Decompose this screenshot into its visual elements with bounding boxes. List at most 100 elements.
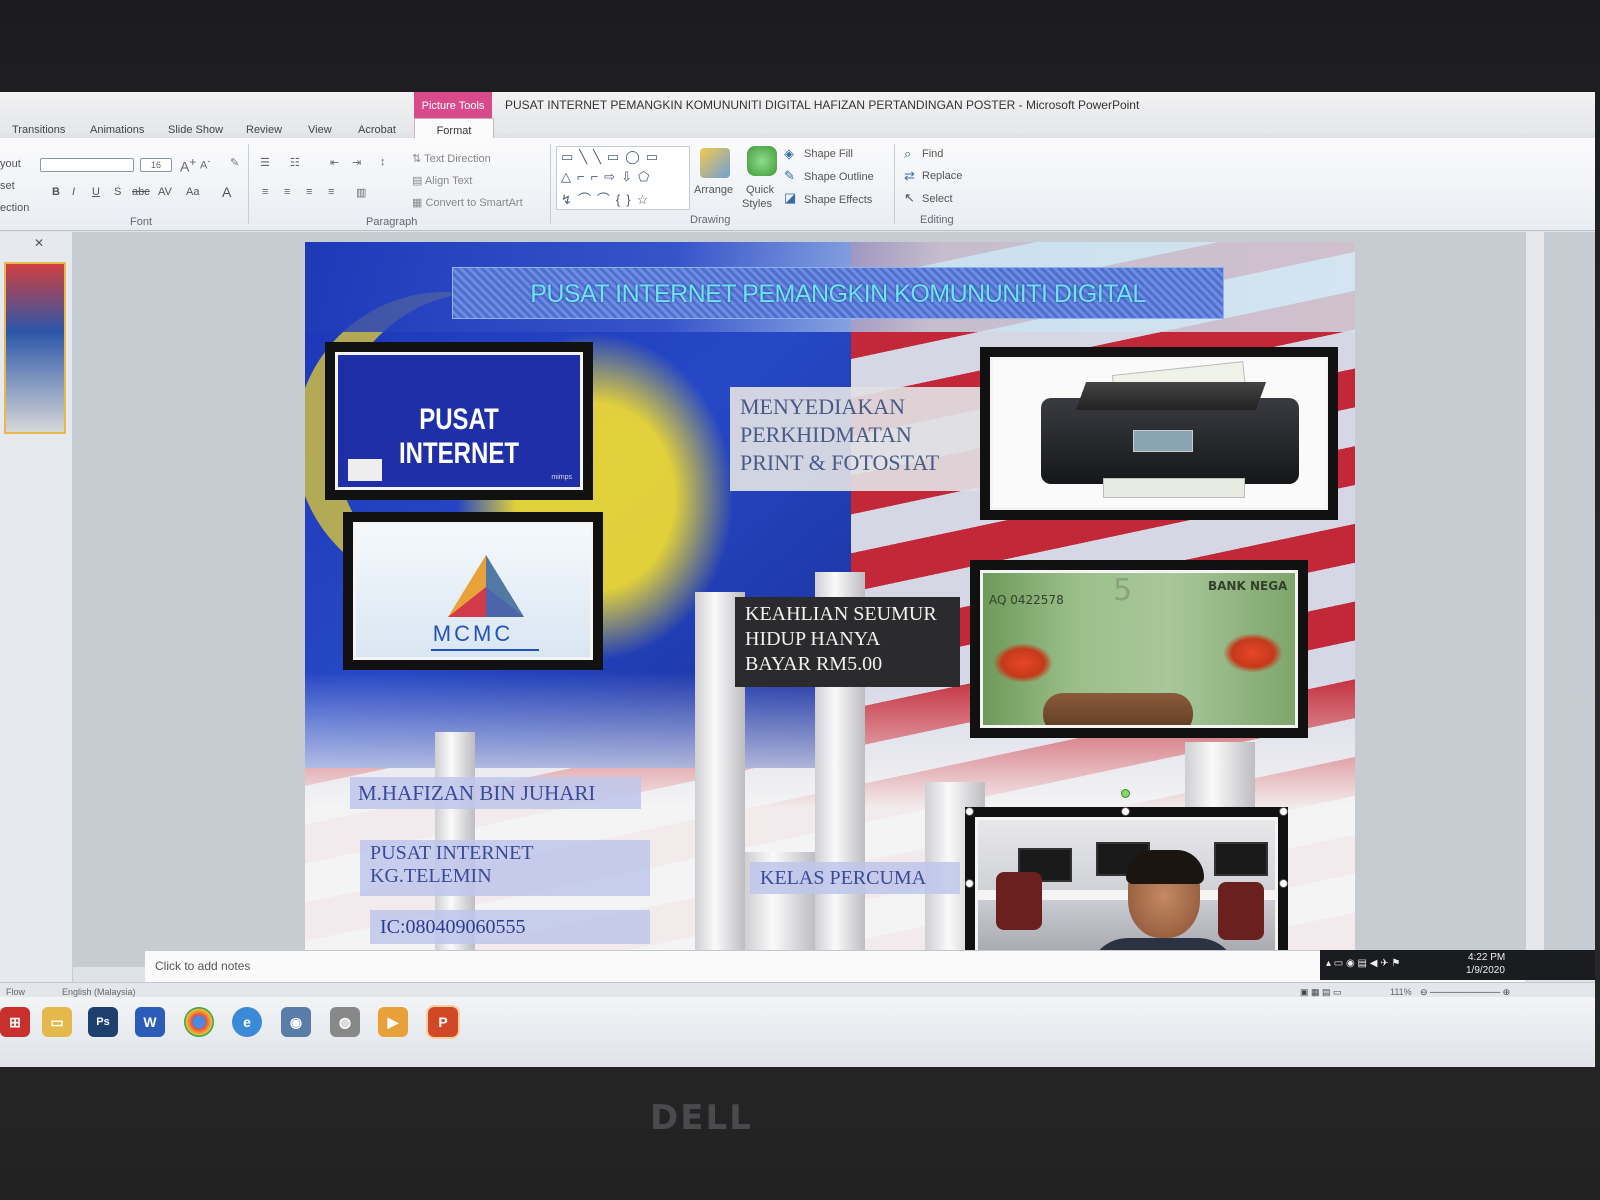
align-left-icon[interactable]: ≡ [262, 186, 268, 198]
columns-icon[interactable]: ▥ [356, 186, 366, 199]
bullets-icon[interactable]: ☰ [260, 156, 270, 169]
ic-number-textbox[interactable]: IC:080409060555 [370, 910, 650, 944]
student-photo-frame[interactable] [965, 789, 1288, 965]
lab-monitor [1214, 842, 1268, 876]
resize-handle[interactable] [965, 879, 974, 888]
replace-button[interactable]: Replace [922, 170, 962, 182]
font-name-combo[interactable] [40, 158, 134, 172]
italic-icon[interactable]: I [72, 186, 75, 198]
align-right-icon[interactable]: ≡ [306, 186, 312, 198]
quick-styles-label-2[interactable]: Styles [742, 198, 772, 210]
tray-icons[interactable]: ▴ ▭ ◉ ▤ ◀ ✈ ⚑ [1326, 958, 1400, 969]
file-explorer-icon[interactable]: ▭ [42, 1007, 72, 1037]
align-center-icon[interactable]: ≡ [284, 186, 290, 198]
char-spacing-icon[interactable]: AV [158, 186, 172, 198]
author-name-textbox[interactable]: M.HAFIZAN BIN JUHARI [350, 777, 641, 809]
outdent-icon[interactable]: ⇥ [352, 156, 361, 169]
replace-icon[interactable]: ⇄ [904, 168, 915, 184]
author-name: M.HAFIZAN BIN JUHARI [358, 781, 596, 805]
numbering-icon[interactable]: ☷ [290, 156, 300, 169]
pusat-internet-logo-image: PUSAT INTERNET mimps [335, 352, 583, 490]
shadow-icon[interactable]: S [114, 186, 121, 198]
vertical-scrollbar[interactable] [1525, 232, 1544, 967]
membership-textbox[interactable]: KEAHLIAN SEUMUR HIDUP HANYA BAYAR RM5.00 [735, 597, 960, 687]
justify-icon[interactable]: ≡ [328, 186, 334, 198]
resize-handle[interactable] [1279, 879, 1288, 888]
section-button[interactable]: ection [0, 202, 29, 214]
tab-animations[interactable]: Animations [90, 124, 144, 136]
line-spacing-icon[interactable]: ↕ [380, 156, 386, 168]
find-icon[interactable]: ⌕ [904, 146, 911, 162]
mcmc-underline [431, 649, 539, 651]
language-indicator[interactable]: English (Malaysia) [62, 987, 136, 997]
bold-icon[interactable]: B [52, 186, 60, 198]
printer-scanner-lid [1075, 382, 1267, 410]
tab-transitions[interactable]: Transitions [12, 124, 65, 136]
internet-explorer-icon[interactable]: e [232, 1007, 262, 1037]
word-icon[interactable]: W [135, 1007, 165, 1037]
monitor-brand-logo: DELL [650, 1098, 753, 1138]
zoom-level[interactable]: 111% [1390, 987, 1412, 997]
font-size-combo[interactable]: 16 [140, 158, 172, 172]
arrange-icon[interactable] [700, 148, 730, 178]
clock-time[interactable]: 4:22 PM [1468, 952, 1505, 963]
tab-view[interactable]: View [308, 124, 332, 136]
shape-fill-icon[interactable]: ◈ [784, 146, 794, 162]
printer-image-frame[interactable] [980, 347, 1338, 520]
shrink-font-icon[interactable]: A- [200, 156, 210, 172]
mcmc-logo-frame[interactable]: MCMC [343, 512, 603, 670]
pusat-internet-logo-frame[interactable]: PUSAT INTERNET mimps [325, 342, 593, 500]
tab-review[interactable]: Review [246, 124, 282, 136]
drawing-group-label: Drawing [690, 214, 731, 226]
poster-title-banner[interactable]: PUSAT INTERNET PEMANGKIN KOMUNUNITI DIGI… [452, 267, 1224, 319]
rotate-handle[interactable] [1121, 789, 1130, 798]
quick-styles-icon[interactable] [747, 146, 777, 176]
reset-button[interactable]: set [0, 180, 15, 192]
chrome-icon[interactable] [184, 1007, 214, 1037]
media-player-icon[interactable]: ▶ [378, 1007, 408, 1037]
select-button[interactable]: Select [922, 193, 953, 205]
print-service-textbox[interactable]: MENYEDIAKAN PERKHIDMATAN PRINT & FOTOSTA… [730, 387, 980, 491]
shape-outline-icon[interactable]: ✎ [784, 168, 795, 184]
quick-styles-label-1[interactable]: Quick [746, 184, 774, 196]
tab-acrobat[interactable]: Acrobat [358, 124, 396, 136]
banknote-image-frame[interactable]: AQ 0422578 BANK NEGA 5 [970, 560, 1308, 738]
powerpoint-icon[interactable]: P [426, 1005, 460, 1039]
free-class-textbox[interactable]: KELAS PERCUMA [750, 862, 960, 894]
photoshop-icon[interactable]: Ps [88, 1007, 118, 1037]
clear-format-icon[interactable]: ✎ [230, 156, 239, 169]
student-hair [1126, 850, 1204, 884]
grow-font-icon[interactable]: A+ [180, 156, 196, 175]
clock-date[interactable]: 1/9/2020 [1466, 965, 1505, 976]
arrange-button[interactable]: Arrange [694, 184, 733, 196]
slide-thumbnail-1[interactable] [4, 262, 66, 434]
resize-handle[interactable] [1279, 807, 1288, 816]
layout-button[interactable]: yout [0, 158, 21, 170]
find-button[interactable]: Find [922, 148, 943, 160]
close-pane-icon[interactable]: ✕ [34, 236, 44, 250]
indent-icon[interactable]: ⇤ [330, 156, 339, 169]
network-icon[interactable]: ◉ [281, 1007, 311, 1037]
media-icon[interactable]: ◍ [330, 1007, 360, 1037]
tab-slide-show[interactable]: Slide Show [168, 124, 223, 136]
align-text-button[interactable]: ▤ Align Text [412, 174, 472, 187]
resize-handle[interactable] [965, 807, 974, 816]
change-case-icon[interactable]: Aa [186, 186, 199, 198]
resize-handle[interactable] [1121, 807, 1130, 816]
select-icon[interactable]: ↖ [904, 190, 915, 206]
shape-effects-button[interactable]: Shape Effects [804, 194, 872, 206]
strikethrough-icon[interactable]: abc [132, 186, 150, 198]
shape-fill-button[interactable]: Shape Fill [804, 148, 853, 160]
printer-control-panel [1133, 430, 1193, 452]
shape-outline-button[interactable]: Shape Outline [804, 171, 874, 183]
font-color-icon[interactable]: A [222, 184, 231, 200]
notes-pane[interactable]: Click to add notes [145, 950, 1525, 983]
underline-icon[interactable]: U [92, 186, 100, 198]
convert-smartart-button[interactable]: ▦ Convert to SmartArt [412, 196, 523, 209]
centre-name-textbox[interactable]: PUSAT INTERNET KG.TELEMIN [360, 840, 650, 896]
shapes-gallery[interactable]: ▭╲╲▭◯▭ △⌐⌐⇨⇩⬠ ↯⌒⌒{}☆ [556, 146, 690, 210]
text-direction-button[interactable]: ⇅ Text Direction [412, 152, 491, 165]
shape-effects-icon[interactable]: ◪ [784, 190, 796, 206]
slide-canvas[interactable]: PUSAT INTERNET PEMANGKIN KOMUNUNITI DIGI… [305, 242, 1355, 972]
start-icon[interactable]: ⊞ [0, 1007, 30, 1037]
